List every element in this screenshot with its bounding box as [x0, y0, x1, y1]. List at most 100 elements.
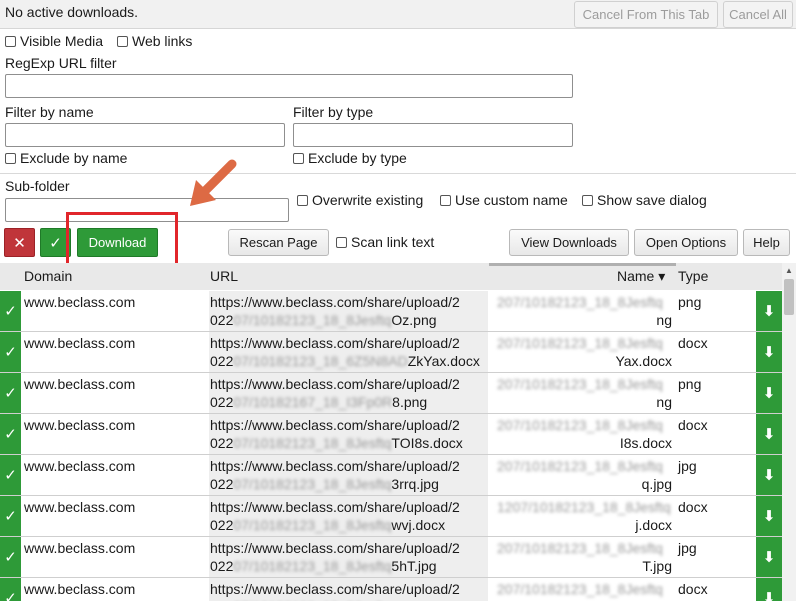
open-options-button[interactable]: Open Options — [634, 229, 738, 256]
row-download-button[interactable]: ⬇ — [756, 496, 782, 536]
row-download-button[interactable]: ⬇ — [756, 414, 782, 454]
rescan-page-button[interactable]: Rescan Page — [228, 229, 329, 256]
row-url: https://www.beclass.com/share/upload/2 02… — [209, 291, 488, 331]
checkbox-box[interactable] — [293, 152, 304, 164]
row-name[interactable]: 207/10182123_18_8Jesftq ng — [489, 291, 676, 331]
row-domain: www.beclass.com — [24, 499, 136, 515]
row-name-tail: I8s.docx — [619, 435, 672, 451]
download-icon: ⬇ — [762, 549, 776, 566]
row-name[interactable]: 207/10182123_18_8Jesftq Yax.docx — [489, 332, 676, 372]
table-row[interactable]: ✓ www.beclass.com https://www.beclass.com/… — [0, 291, 782, 332]
row-url-line: 02207/10182167_18_I3Fp0R8.png — [210, 394, 427, 410]
checkbox-box[interactable] — [5, 152, 16, 164]
regexp-filter-input[interactable] — [5, 74, 573, 98]
exclude-name-checkbox[interactable]: Exclude by name — [5, 150, 127, 166]
view-downloads-button[interactable]: View Downloads — [509, 229, 629, 256]
row-name[interactable]: 1207/10182123_18_8Jesftq j.docx — [489, 496, 676, 536]
web-links-checkbox[interactable]: Web links — [117, 33, 192, 49]
checkbox-box[interactable] — [440, 194, 451, 206]
row-url-prefix: 022 — [210, 558, 234, 574]
overwrite-checkbox[interactable]: Overwrite existing — [297, 192, 423, 208]
scrollbar[interactable]: ▲ — [782, 263, 796, 601]
row-select-checkbox[interactable]: ✓ — [0, 496, 21, 536]
table-row[interactable]: ✓ www.beclass.com https://www.beclass.com/… — [0, 332, 782, 373]
check-icon: ✓ — [4, 467, 17, 484]
row-url-suffix: 3rrq.jpg — [391, 476, 439, 492]
checkbox-box[interactable] — [297, 194, 308, 206]
row-url: https://www.beclass.com/share/upload/2 02… — [209, 537, 488, 577]
table-row[interactable]: ✓ www.beclass.com https://www.beclass.com/… — [0, 373, 782, 414]
checkbox-box[interactable] — [5, 35, 16, 47]
table-row[interactable]: ✓ www.beclass.com https://www.beclass.com/… — [0, 414, 782, 455]
row-name[interactable]: 207/10182123_18_8Jesftq q.jpg — [489, 455, 676, 495]
row-name-redacted: 207/10182123_18_8Jesftq — [497, 376, 663, 392]
row-url-line: https://www.beclass.com/share/upload/2 — [210, 540, 460, 556]
row-name-redacted: 207/10182123_18_8Jesftq — [497, 540, 663, 556]
row-download-button[interactable]: ⬇ — [756, 373, 782, 413]
exclude-type-checkbox[interactable]: Exclude by type — [293, 150, 407, 166]
row-url-suffix: ZkYax.docx — [407, 353, 480, 369]
check-icon: ✓ — [4, 508, 17, 525]
visible-media-checkbox[interactable]: Visible Media — [5, 33, 103, 49]
row-type: docx — [678, 417, 708, 433]
filter-name-label: Filter by name — [5, 104, 94, 120]
custom-name-checkbox[interactable]: Use custom name — [440, 192, 568, 208]
filter-type-input[interactable] — [293, 123, 573, 147]
deselect-all-button[interactable]: ✕ — [4, 228, 35, 257]
table-row[interactable]: ✓ www.beclass.com https://www.beclass.com/… — [0, 455, 782, 496]
table-row[interactable]: ✓ www.beclass.com https://www.beclass.com/… — [0, 537, 782, 578]
table-row[interactable]: ✓ www.beclass.com https://www.beclass.com/… — [0, 578, 782, 601]
row-name[interactable]: 207/10182123_18_8Jesftq I8s.docx — [489, 414, 676, 454]
row-url-prefix: 022 — [210, 476, 234, 492]
scan-link-text-checkbox[interactable]: Scan link text — [336, 234, 434, 250]
row-name[interactable]: 207/10182123_18_8Jesftq T.jpg — [489, 537, 676, 577]
row-select-checkbox[interactable]: ✓ — [0, 537, 21, 577]
check-icon: ✓ — [4, 303, 17, 320]
pointer-arrow-icon — [190, 159, 237, 206]
scroll-up-icon[interactable]: ▲ — [782, 263, 796, 277]
help-button[interactable]: Help — [743, 229, 790, 256]
row-name[interactable]: 207/10182123_18_8Jesftq — [489, 578, 676, 601]
row-name-redacted: 1207/10182123_18_8Jesftq — [497, 499, 671, 515]
checkbox-box[interactable] — [117, 35, 128, 47]
row-url-prefix: 022 — [210, 353, 234, 369]
cancel-from-tab-button[interactable]: Cancel From This Tab — [574, 1, 718, 28]
table-row[interactable]: ✓ www.beclass.com https://www.beclass.com/… — [0, 496, 782, 537]
column-name[interactable]: Name ▾ — [617, 268, 665, 285]
row-download-button[interactable]: ⬇ — [756, 291, 782, 331]
scroll-thumb[interactable] — [784, 279, 794, 315]
filter-name-input[interactable] — [5, 123, 285, 147]
row-url: https://www.beclass.com/share/upload/2 02… — [209, 332, 488, 372]
row-download-button[interactable]: ⬇ — [756, 332, 782, 372]
row-url-line: 02207/10182123_18_8Jesftq3rrq.jpg — [210, 476, 439, 492]
row-domain: www.beclass.com — [24, 335, 136, 351]
row-select-checkbox[interactable]: ✓ — [0, 332, 21, 372]
row-download-button[interactable]: ⬇ — [756, 578, 782, 601]
row-download-button[interactable]: ⬇ — [756, 537, 782, 577]
row-select-checkbox[interactable]: ✓ — [0, 414, 21, 454]
row-name-tail: T.jpg — [642, 558, 672, 574]
save-dialog-checkbox[interactable]: Show save dialog — [582, 192, 707, 208]
row-url-line: 02207/10182123_18_8JesftqOz.png — [210, 312, 437, 328]
row-select-checkbox[interactable]: ✓ — [0, 578, 21, 601]
row-url: https://www.beclass.com/share/upload/2 02… — [209, 496, 488, 536]
checkbox-box[interactable] — [336, 236, 347, 248]
row-select-checkbox[interactable]: ✓ — [0, 455, 21, 495]
row-url-suffix: 8.png — [392, 394, 428, 410]
download-icon: ⬇ — [762, 385, 776, 402]
web-links-label: Web links — [132, 33, 193, 49]
column-domain[interactable]: Domain — [24, 268, 72, 284]
checkbox-box[interactable] — [582, 194, 593, 206]
row-domain: www.beclass.com — [24, 458, 136, 474]
row-select-checkbox[interactable]: ✓ — [0, 291, 21, 331]
column-url[interactable]: URL — [210, 268, 238, 284]
row-select-checkbox[interactable]: ✓ — [0, 373, 21, 413]
column-type[interactable]: Type — [678, 268, 708, 284]
cancel-all-button[interactable]: Cancel All — [723, 1, 793, 28]
check-icon: ✓ — [4, 426, 17, 443]
row-name[interactable]: 207/10182123_18_8Jesftq ng — [489, 373, 676, 413]
row-download-button[interactable]: ⬇ — [756, 455, 782, 495]
row-name-redacted: 207/10182123_18_8Jesftq — [497, 458, 663, 474]
row-type: jpg — [678, 540, 697, 556]
row-name-tail: q.jpg — [641, 476, 672, 492]
